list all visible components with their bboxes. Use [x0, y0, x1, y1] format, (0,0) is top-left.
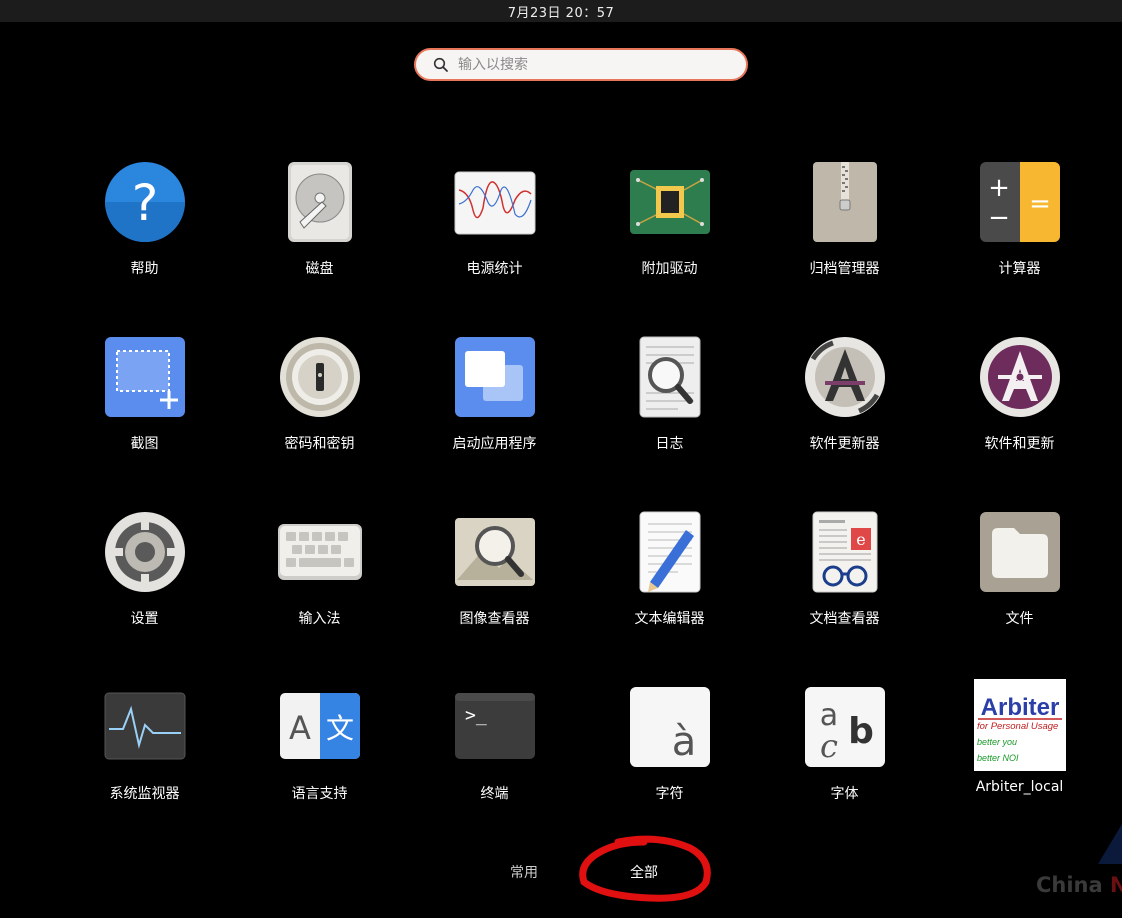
app-calculator[interactable]: + − = 计算器 [932, 160, 1107, 335]
svg-text:better you: better you [977, 737, 1017, 747]
disk-icon [278, 160, 362, 244]
watermark: China N [1036, 873, 1122, 897]
archive-manager-icon [803, 160, 887, 244]
app-archive-manager[interactable]: 归档管理器 [757, 160, 932, 335]
app-label: 计算器 [998, 261, 1041, 277]
app-fonts[interactable]: acb 字体 [757, 685, 932, 860]
svg-text:b: b [848, 711, 874, 752]
search-input[interactable] [456, 55, 730, 74]
app-software-updater[interactable]: 软件更新器 [757, 335, 932, 510]
svg-text:+: + [988, 173, 1010, 203]
app-document-viewer[interactable]: e 文档查看器 [757, 510, 932, 685]
svg-text:Arbiter: Arbiter [980, 694, 1059, 721]
svg-text:à: à [671, 719, 696, 765]
app-label: 软件和更新 [984, 436, 1055, 452]
search-icon [426, 50, 456, 80]
watermark-accent: N [1110, 873, 1122, 897]
app-language-support[interactable]: A文 语言支持 [232, 685, 407, 860]
svg-text:better NOI: better NOI [977, 753, 1019, 763]
app-screenshot[interactable]: 截图 [57, 335, 232, 510]
app-settings[interactable]: 设置 [57, 510, 232, 685]
document-viewer-icon: e [803, 510, 887, 594]
language-support-icon: A文 [278, 685, 362, 769]
system-monitor-icon [103, 685, 187, 769]
arbiter-logo-icon: Arbiter for Personal Usage better you bette… [973, 679, 1066, 771]
svg-text:A: A [289, 709, 311, 747]
app-image-viewer[interactable]: 图像查看器 [407, 510, 582, 685]
svg-text:?: ? [131, 174, 158, 232]
app-label: 截图 [130, 436, 159, 452]
app-terminal[interactable]: >_ 终端 [407, 685, 582, 860]
screenshot-icon [103, 335, 187, 419]
app-label: 文件 [1005, 611, 1034, 627]
logs-icon [628, 335, 712, 419]
tab-frequent[interactable]: 常用 [500, 858, 548, 886]
app-input-method[interactable]: 输入法 [232, 510, 407, 685]
svg-text:for Personal Usage: for Personal Usage [977, 721, 1058, 732]
app-power-statistics[interactable]: 电源统计 [407, 160, 582, 335]
app-disks[interactable]: 磁盘 [232, 160, 407, 335]
app-label: 文档查看器 [809, 611, 880, 627]
app-label: 附加驱动 [641, 261, 698, 277]
svg-text:e: e [856, 530, 865, 549]
calculator-icon: + − = [978, 160, 1062, 244]
svg-text:−: − [988, 203, 1010, 233]
app-text-editor[interactable]: 文本编辑器 [582, 510, 757, 685]
watermark-text: China [1036, 873, 1110, 897]
power-statistics-icon [453, 160, 537, 244]
app-label: 归档管理器 [809, 261, 880, 277]
app-arbiter-local[interactable]: Arbiter for Personal Usage better you bette… [932, 679, 1107, 860]
files-icon [978, 510, 1062, 594]
app-additional-drivers[interactable]: 附加驱动 [582, 160, 757, 335]
app-startup-applications[interactable]: 启动应用程序 [407, 335, 582, 510]
characters-icon: à [628, 685, 712, 769]
app-files[interactable]: 文件 [932, 510, 1107, 685]
help-icon: ? [103, 160, 187, 244]
app-label: 启动应用程序 [452, 436, 537, 452]
svg-text:=: = [1029, 189, 1051, 219]
app-label: 终端 [480, 786, 509, 802]
input-method-icon [277, 510, 362, 594]
app-label: 字体 [830, 786, 859, 802]
app-label: 密码和密钥 [284, 436, 355, 452]
app-label: Arbiter_local [975, 779, 1064, 795]
text-editor-icon [628, 510, 712, 594]
app-system-monitor[interactable]: 系统监视器 [57, 685, 232, 860]
app-logs[interactable]: 日志 [582, 335, 757, 510]
settings-icon [103, 510, 187, 594]
app-label: 系统监视器 [109, 786, 180, 802]
watermark-shape [1098, 824, 1122, 864]
app-help[interactable]: ? 帮助 [57, 160, 232, 335]
clock[interactable]: 7月23日 20：57 [508, 2, 615, 21]
app-label: 日志 [655, 436, 684, 452]
app-label: 帮助 [130, 261, 159, 277]
terminal-icon: >_ [453, 685, 537, 769]
startup-applications-icon [453, 335, 537, 419]
top-bar: 7月23日 20：57 [0, 0, 1122, 22]
svg-text:c: c [820, 727, 838, 765]
software-updates-icon [978, 335, 1062, 419]
app-label: 电源统计 [466, 261, 523, 277]
app-label: 设置 [130, 611, 159, 627]
app-grid: ? 帮助 磁盘 电源统计 附加驱动 归档管理器 + − = 计算器 截图 密码和… [57, 160, 1107, 860]
app-label: 软件更新器 [809, 436, 880, 452]
app-passwords-keys[interactable]: 密码和密钥 [232, 335, 407, 510]
additional-drivers-icon [628, 160, 712, 244]
passwords-keys-icon [278, 335, 362, 419]
app-label: 文本编辑器 [634, 611, 705, 627]
app-label: 语言支持 [291, 786, 348, 802]
software-updater-icon [803, 335, 887, 419]
app-label: 输入法 [298, 611, 341, 627]
red-annotation-circle [579, 835, 711, 902]
app-software-updates[interactable]: 软件和更新 [932, 335, 1107, 510]
search-bar[interactable] [414, 48, 748, 81]
app-label: 字符 [655, 786, 684, 802]
svg-text:>_: >_ [465, 705, 487, 726]
svg-text:文: 文 [325, 712, 353, 745]
fonts-icon: acb [803, 685, 887, 769]
app-label: 图像查看器 [459, 611, 530, 627]
image-viewer-icon [453, 510, 537, 594]
app-label: 磁盘 [305, 261, 334, 277]
